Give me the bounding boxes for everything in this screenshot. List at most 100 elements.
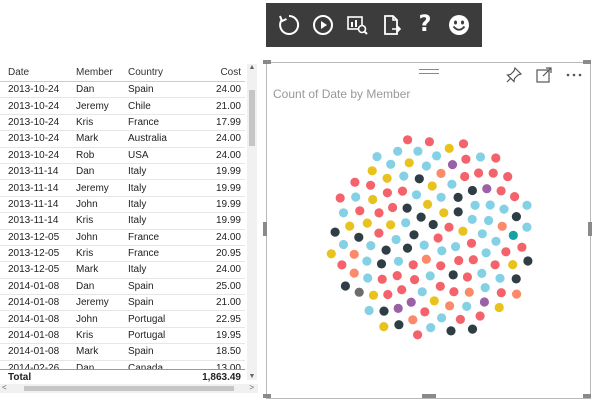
bubble-point[interactable] — [481, 248, 491, 258]
column-header-date[interactable]: Date — [0, 64, 68, 82]
vertical-scroll-thumb[interactable] — [249, 90, 255, 146]
bubble-point[interactable] — [388, 202, 398, 213]
bubble-point[interactable] — [460, 171, 470, 182]
table-row[interactable]: 2014-01-08 John Portugal 22.95 — [0, 310, 245, 328]
bubble-point[interactable] — [414, 174, 424, 184]
bubble-point[interactable] — [338, 208, 349, 218]
bubble-point[interactable] — [497, 221, 507, 231]
bubble-point[interactable] — [410, 275, 420, 285]
bubble-point[interactable] — [409, 230, 419, 240]
bubble-point[interactable] — [397, 186, 408, 196]
bubble-point[interactable] — [462, 272, 472, 282]
bubble-point[interactable] — [392, 271, 402, 281]
bubble-point[interactable] — [337, 260, 347, 270]
table-row[interactable]: 2013-12-05 Mark Italy 24.00 — [0, 261, 245, 279]
bubble-point[interactable] — [467, 324, 478, 334]
bubble-point[interactable] — [449, 287, 459, 297]
bubble-point[interactable] — [381, 245, 391, 255]
bubble-point[interactable] — [368, 290, 379, 300]
bubble-point[interactable] — [345, 221, 355, 231]
bubble-point[interactable] — [499, 204, 509, 214]
bubble-point[interactable] — [416, 212, 426, 222]
bubble-point[interactable] — [494, 302, 504, 313]
bubble-point[interactable] — [436, 168, 446, 178]
bubble-point[interactable] — [386, 159, 396, 169]
bubble-point[interactable] — [470, 200, 480, 210]
bubble-point[interactable] — [511, 212, 521, 222]
bubble-point[interactable] — [451, 242, 461, 252]
bubble-point[interactable] — [376, 259, 387, 269]
resize-handle-top-right[interactable] — [583, 60, 591, 64]
bubble-point[interactable] — [496, 288, 506, 298]
bubble-point[interactable] — [437, 313, 447, 323]
chart-search-button[interactable] — [343, 11, 371, 39]
bubble-point[interactable] — [419, 240, 429, 250]
table-row[interactable]: 2013-11-14 John Italy 19.99 — [0, 196, 245, 214]
resize-handle-bottom-right[interactable] — [583, 394, 591, 398]
bubble-point[interactable] — [427, 181, 437, 191]
bubble-point[interactable] — [455, 314, 465, 324]
bubble-point[interactable] — [462, 301, 472, 311]
scroll-down-arrow-icon[interactable]: ▼ — [247, 373, 257, 380]
bubble-point[interactable] — [437, 246, 447, 256]
bubble-point[interactable] — [425, 271, 435, 281]
bubble-point[interactable] — [461, 154, 471, 164]
bubble-point[interactable] — [429, 296, 439, 306]
bubble-point[interactable] — [428, 219, 438, 230]
bubble-point[interactable] — [350, 177, 360, 187]
bubble-point[interactable] — [424, 137, 434, 147]
bubble-point[interactable] — [508, 230, 518, 240]
bubble-point[interactable] — [379, 322, 389, 332]
table-row[interactable]: 2014-01-08 Mark Spain 18.50 — [0, 343, 245, 361]
table-row[interactable]: 2014-01-08 Dan Spain 25.00 — [0, 278, 245, 296]
bubble-point[interactable] — [420, 307, 430, 317]
bubble-point[interactable] — [366, 180, 376, 190]
bubble-point[interactable] — [355, 206, 365, 216]
bubble-point[interactable] — [362, 256, 372, 266]
table-row[interactable]: 2013-10-24 Mark Australia 24.00 — [0, 130, 245, 148]
scroll-right-arrow-icon[interactable]: > — [249, 383, 254, 392]
bubble-point[interactable] — [488, 168, 498, 178]
bubble-point[interactable] — [362, 218, 372, 228]
bubble-point[interactable] — [413, 330, 423, 340]
table-row[interactable]: 2013-10-24 Dan Spain 24.00 — [0, 81, 245, 99]
bubble-point[interactable] — [386, 220, 396, 230]
bubble-point[interactable] — [379, 306, 389, 316]
bubble-point[interactable] — [367, 166, 377, 176]
bubble-point[interactable] — [401, 218, 411, 228]
bubble-point[interactable] — [477, 229, 487, 239]
bubble-point[interactable] — [349, 268, 359, 278]
bubble-point[interactable] — [403, 135, 413, 145]
horizontal-scroll-thumb[interactable] — [24, 386, 234, 391]
bubble-point[interactable] — [340, 281, 350, 291]
bubble-point[interactable] — [517, 242, 527, 252]
bubble-point[interactable] — [444, 143, 454, 153]
bubble-point[interactable] — [338, 239, 349, 250]
bubble-point[interactable] — [522, 200, 532, 210]
bubble-point[interactable] — [477, 268, 487, 278]
bubble-point[interactable] — [474, 168, 484, 178]
bubble-point[interactable] — [402, 203, 412, 213]
table-row[interactable]: 2013-10-24 Jeremy Chile 21.00 — [0, 97, 245, 115]
bubble-point[interactable] — [480, 283, 490, 293]
column-header-member[interactable]: Member — [68, 64, 120, 82]
column-header-cost[interactable]: Cost — [194, 64, 245, 82]
bubble-point[interactable] — [404, 158, 414, 168]
visual-card[interactable]: Count of Date by Member — [266, 62, 591, 399]
bubble-point[interactable] — [432, 151, 442, 161]
bubble-point[interactable] — [458, 139, 469, 149]
bubble-point[interactable] — [426, 323, 436, 333]
table-row[interactable]: 2013-12-05 Kris France 20.95 — [0, 245, 245, 263]
table-row[interactable]: 2013-11-14 Jeremy Italy 19.99 — [0, 179, 245, 197]
bubble-point[interactable] — [421, 254, 431, 264]
bubble-point[interactable] — [413, 146, 423, 156]
refresh-button[interactable] — [275, 11, 303, 39]
bubble-point[interactable] — [417, 287, 427, 297]
bubble-point[interactable] — [433, 233, 443, 243]
bubble-point[interactable] — [408, 315, 418, 325]
table-row[interactable]: 2013-11-14 Dan Italy 19.99 — [0, 163, 245, 181]
column-header-country[interactable]: Country — [120, 64, 194, 82]
bubble-point[interactable] — [393, 256, 404, 266]
bubble-point[interactable] — [511, 274, 521, 284]
bubble-point[interactable] — [411, 190, 422, 200]
